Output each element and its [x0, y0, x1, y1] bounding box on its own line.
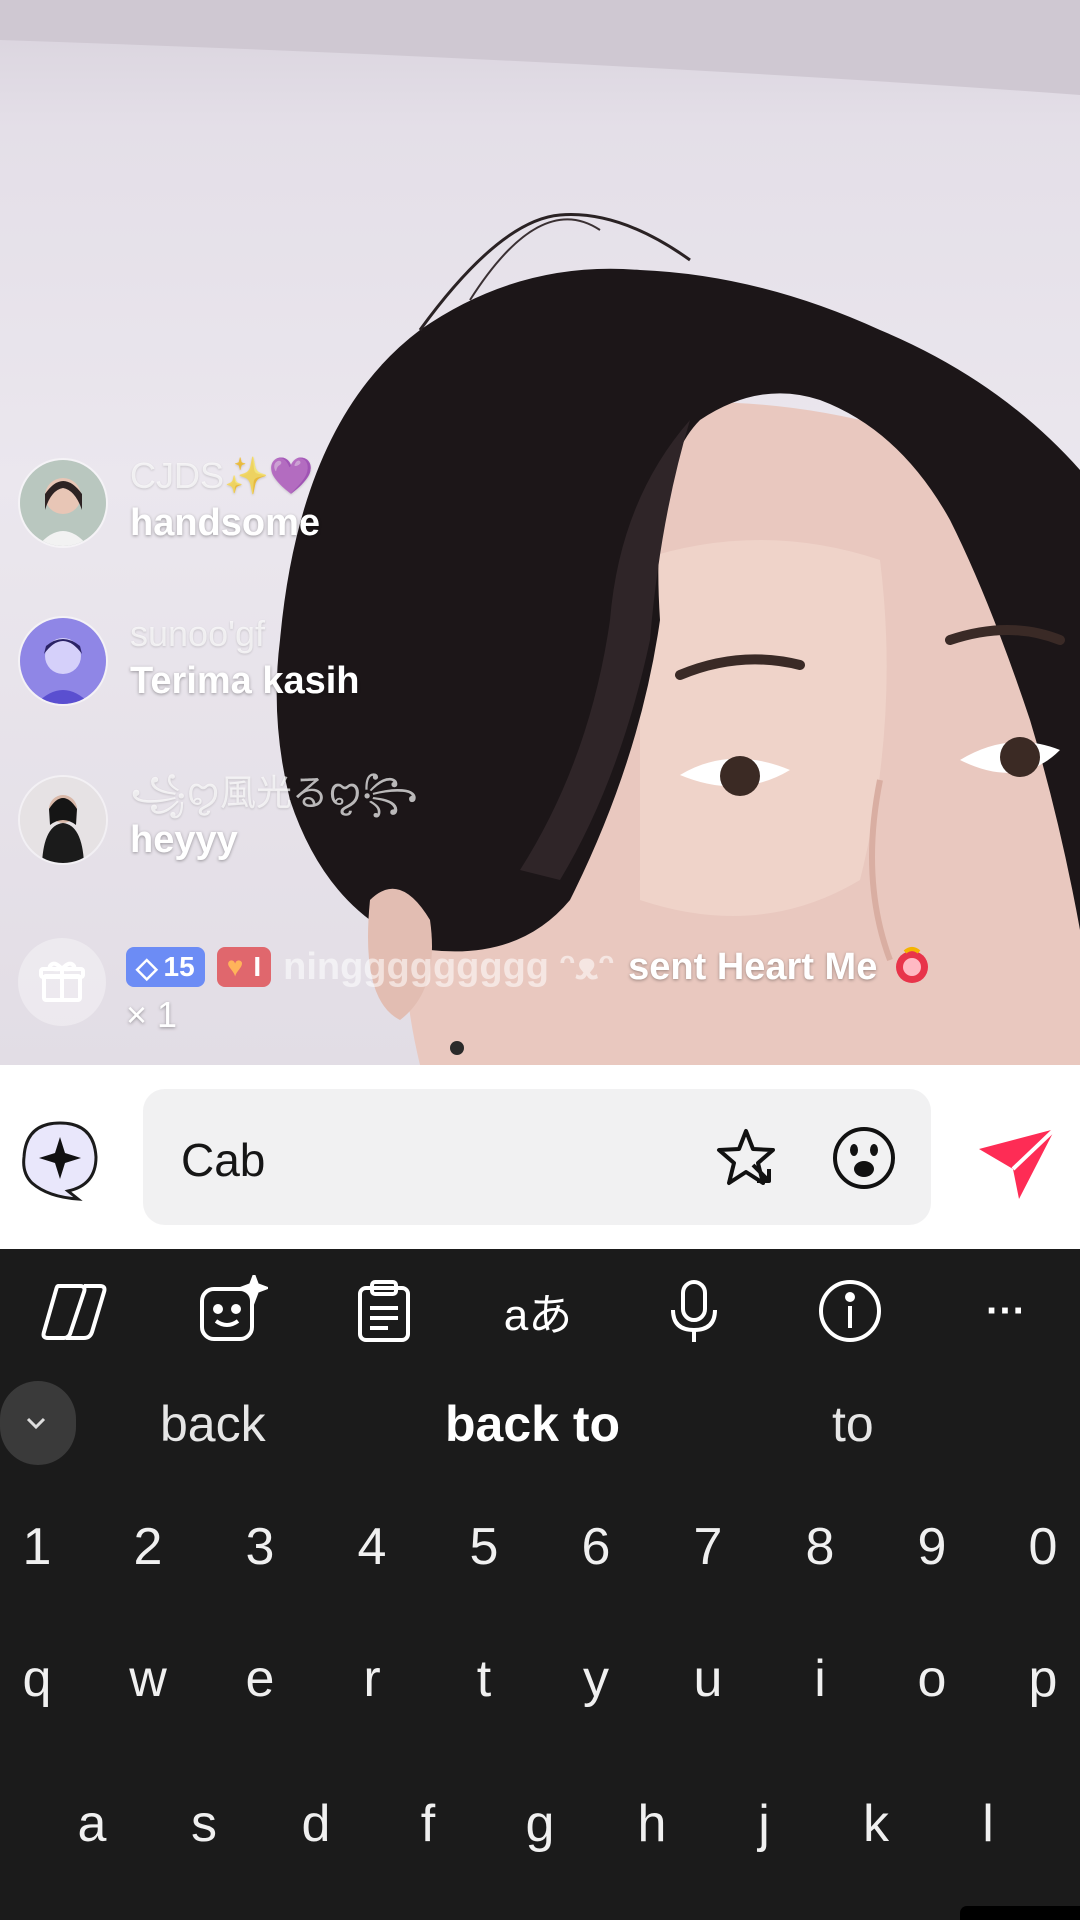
key-j[interactable]: j: [724, 1794, 804, 1854]
send-icon: [979, 1127, 1057, 1199]
key-a[interactable]: a: [52, 1794, 132, 1854]
key-q[interactable]: q: [0, 1649, 77, 1709]
key-y[interactable]: y: [556, 1649, 636, 1709]
comment-input-text: Cab: [181, 1134, 266, 1186]
microphone-button[interactable]: [658, 1275, 730, 1347]
key-w[interactable]: w: [108, 1649, 188, 1709]
key-3[interactable]: 3: [220, 1517, 300, 1577]
chat-comment: sunoo'gf Terima kasih: [18, 613, 360, 706]
suggestion-2[interactable]: back to: [445, 1395, 620, 1453]
key-t[interactable]: t: [444, 1649, 524, 1709]
key-e[interactable]: e: [220, 1649, 300, 1709]
level-badge: ◇ 15: [126, 947, 205, 987]
fan-club-badge: ♥ I: [216, 947, 272, 987]
gift-icon[interactable]: [18, 938, 106, 1026]
diamond-icon: ◇: [136, 951, 158, 983]
comment-username[interactable]: CJDS✨💜: [130, 454, 320, 498]
gift-message: sent Heart Me: [628, 945, 878, 988]
mic-icon: [671, 1280, 717, 1342]
star-sticker-icon: [717, 1129, 775, 1185]
comment-username[interactable]: sunoo'gf: [130, 612, 360, 656]
copilot-button[interactable]: [38, 1275, 110, 1347]
key-4[interactable]: 4: [332, 1517, 412, 1577]
info-icon: [819, 1280, 881, 1342]
translate-button[interactable]: aあ: [502, 1275, 574, 1347]
comment-message: Terima kasih: [130, 660, 360, 702]
key-6[interactable]: 6: [556, 1517, 636, 1577]
key-d[interactable]: d: [276, 1794, 356, 1854]
key-u[interactable]: u: [668, 1649, 748, 1709]
more-button[interactable]: ···: [970, 1275, 1042, 1347]
key-p[interactable]: p: [1003, 1649, 1080, 1709]
info-button[interactable]: [814, 1275, 886, 1347]
more-icon: ···: [986, 1288, 1026, 1333]
key-o[interactable]: o: [892, 1649, 972, 1709]
key-9[interactable]: 9: [892, 1517, 972, 1577]
chevron-down-icon: [26, 1417, 46, 1430]
ai-assist-button[interactable]: [18, 1117, 102, 1201]
send-button[interactable]: [975, 1125, 1059, 1201]
avatar[interactable]: [18, 775, 108, 865]
key-2[interactable]: 2: [108, 1517, 188, 1577]
suggestion-3[interactable]: to: [832, 1395, 874, 1453]
gift-notification: ◇ 15 ♥ I ninggggggggg ᵔᴥᵔ sent Heart Me …: [18, 938, 933, 1036]
keyboard: aあ ··· back back to to 1 2 3 4 5 6 7 8 9…: [0, 1249, 1080, 1920]
key-r[interactable]: r: [332, 1649, 412, 1709]
key-i[interactable]: i: [780, 1649, 860, 1709]
emoji-button[interactable]: [831, 1125, 897, 1191]
key-l[interactable]: l: [948, 1794, 1028, 1854]
sparkle-icon: [22, 1121, 98, 1201]
key-1[interactable]: 1: [0, 1517, 77, 1577]
heart-me-gift-icon: [891, 944, 933, 991]
key-7[interactable]: 7: [668, 1517, 748, 1577]
key-h[interactable]: h: [612, 1794, 692, 1854]
chat-comment: ꧁ꨄ風光るꨄ꧂ heyyy: [18, 772, 418, 865]
live-video: CJDS✨💜 handsome sunoo'gf Terima kasih ꧁ꨄ…: [0, 0, 1080, 1065]
suggestion-1[interactable]: back: [160, 1395, 266, 1453]
avatar[interactable]: [18, 458, 108, 548]
heart-icon: ♥: [226, 951, 244, 982]
comment-message: handsome: [130, 502, 321, 544]
copilot-icon: [41, 1284, 107, 1340]
comment-input[interactable]: Cab: [143, 1089, 931, 1225]
gift-sender-username[interactable]: ninggggggggg ᵔᴥᵔ: [283, 946, 614, 989]
clipboard-button[interactable]: [348, 1275, 420, 1347]
key-f[interactable]: f: [388, 1794, 468, 1854]
gift-count: × 1: [126, 994, 178, 1035]
key-5[interactable]: 5: [444, 1517, 524, 1577]
comment-message: heyyy: [130, 819, 238, 861]
emoji-icon: [833, 1127, 895, 1189]
sticker-keyboard-button[interactable]: [196, 1275, 268, 1347]
chat-comment: CJDS✨💜 handsome: [18, 455, 321, 548]
key-g[interactable]: g: [500, 1794, 580, 1854]
comment-input-bar: Cab: [0, 1065, 1080, 1249]
key-0[interactable]: 0: [1003, 1517, 1080, 1577]
home-indicator: [960, 1906, 1080, 1920]
translate-icon: aあ: [503, 1291, 573, 1340]
key-s[interactable]: s: [164, 1794, 244, 1854]
sticker-button[interactable]: [713, 1125, 779, 1191]
key-8[interactable]: 8: [780, 1517, 860, 1577]
avatar[interactable]: [18, 616, 108, 706]
collapse-keyboard-button[interactable]: [0, 1381, 76, 1465]
sticker-icon: [200, 1275, 268, 1341]
comment-username[interactable]: ꧁ꨄ風光るꨄ꧂: [130, 771, 418, 815]
clipboard-icon: [358, 1280, 410, 1342]
key-k[interactable]: k: [836, 1794, 916, 1854]
